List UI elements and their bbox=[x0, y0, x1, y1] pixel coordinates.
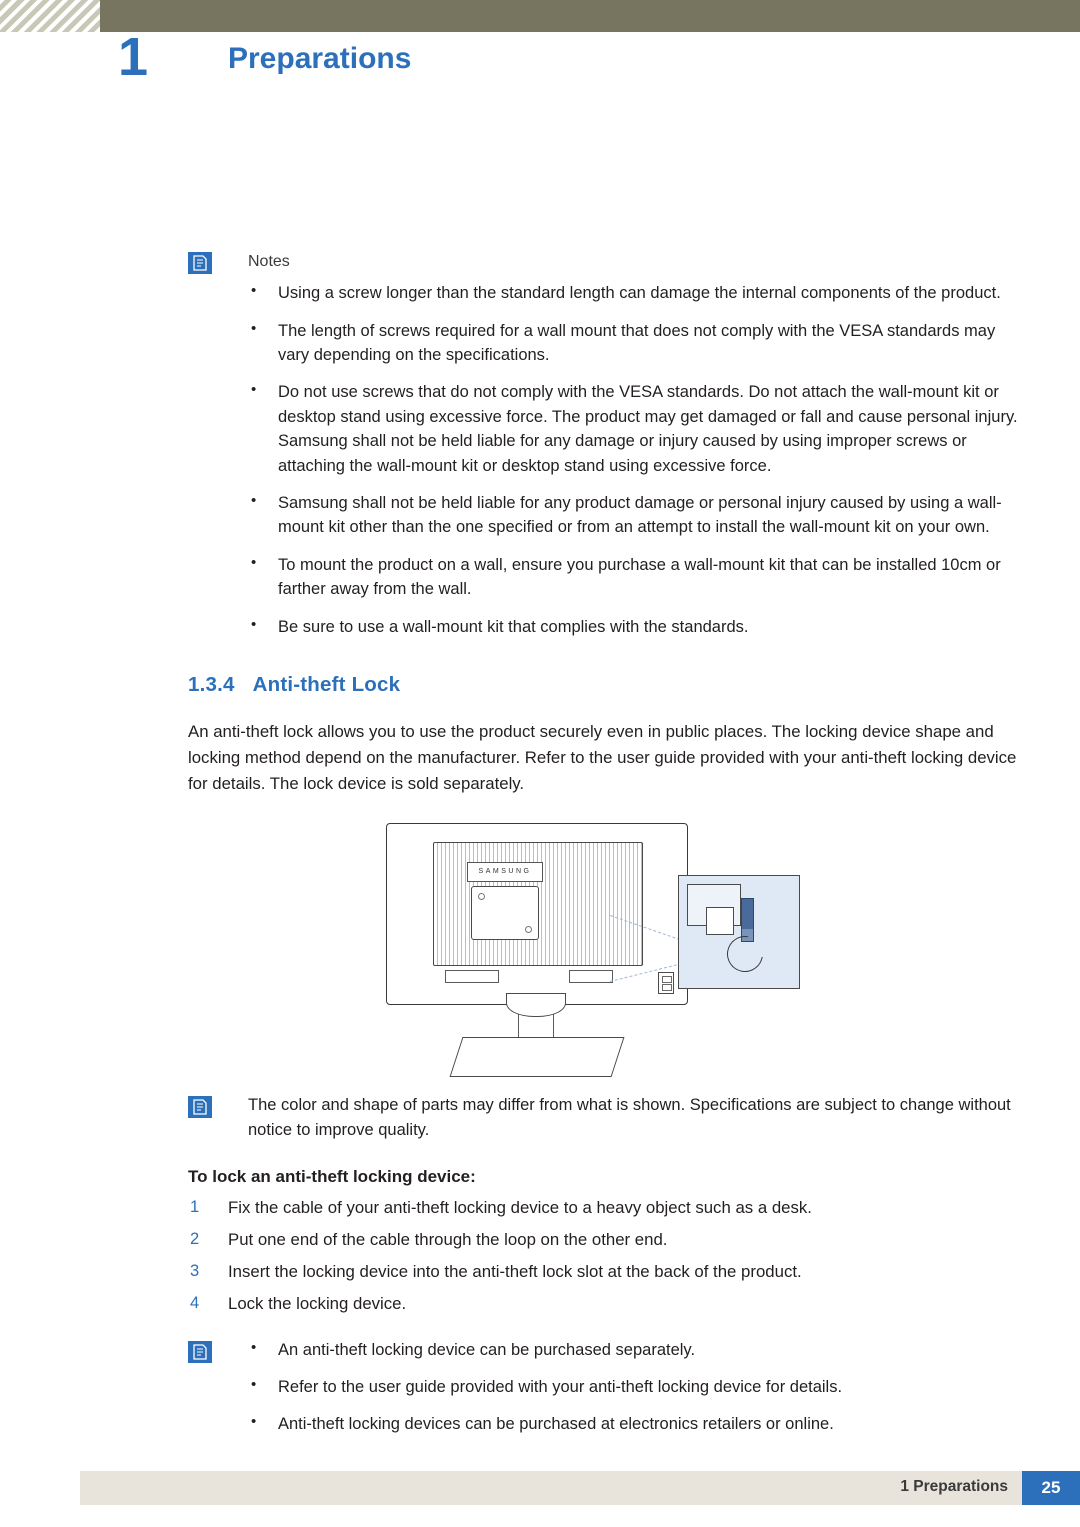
bottom-note-list: An anti-theft locking device can be purc… bbox=[188, 1337, 1018, 1437]
footer-page-number: 25 bbox=[1022, 1471, 1080, 1505]
list-item: Samsung shall not be held liable for any… bbox=[188, 490, 1018, 540]
list-item: 3 Insert the locking device into the anti… bbox=[188, 1259, 1018, 1284]
bottom-note-block: An anti-theft locking device can be purc… bbox=[188, 1337, 1018, 1437]
brand-plate: SAMSUNG bbox=[467, 862, 543, 883]
step-number: 4 bbox=[190, 1294, 200, 1313]
port-group-left bbox=[445, 970, 499, 984]
section-intro-paragraph: An anti-theft lock allows you to use the… bbox=[188, 722, 1017, 794]
lock-slot-detail bbox=[687, 884, 741, 936]
section-heading: 1.3.4 Anti-theft Lock bbox=[188, 673, 1018, 697]
footer-bar: 1 Preparations 25 bbox=[80, 1471, 1080, 1505]
figure-anti-theft-lock: SAMSUNG bbox=[188, 823, 1018, 1083]
figure-note-text: The color and shape of parts may differ … bbox=[248, 1096, 1011, 1139]
note-icon bbox=[188, 252, 212, 274]
monitor-stand-cap bbox=[506, 993, 566, 1018]
figure-note: The color and shape of parts may differ … bbox=[188, 1093, 1018, 1143]
list-item: Refer to the user guide provided with yo… bbox=[188, 1374, 1018, 1400]
header-bar bbox=[0, 0, 1080, 32]
list-item: Anti-theft locking devices can be purcha… bbox=[188, 1411, 1018, 1437]
lock-detail-callout bbox=[678, 875, 800, 990]
section-number: 1.3.4 bbox=[188, 673, 235, 697]
procedure-heading: To lock an anti-theft locking device: bbox=[188, 1166, 476, 1186]
list-item: The length of screws required for a wall… bbox=[188, 318, 1018, 368]
note-icon bbox=[188, 1096, 212, 1119]
procedure-steps: 1 Fix the cable of your anti-theft lockin… bbox=[188, 1195, 1018, 1317]
step-text: Insert the locking device into the anti-… bbox=[228, 1262, 802, 1282]
section-title: Anti-theft Lock bbox=[252, 673, 401, 697]
list-item: 4 Lock the locking device. bbox=[188, 1291, 1018, 1316]
lock-key-icon bbox=[741, 898, 754, 943]
notes-list: Using a screw longer than the standard l… bbox=[188, 280, 1018, 639]
step-text: Put one end of the cable through the loo… bbox=[228, 1229, 668, 1249]
vesa-mount-plate bbox=[471, 886, 539, 941]
lock-cable-loop bbox=[719, 929, 771, 980]
list-item: An anti-theft locking device can be purc… bbox=[188, 1337, 1018, 1363]
list-item: Using a screw longer than the standard l… bbox=[188, 280, 1018, 305]
header-hatch-decoration bbox=[0, 0, 100, 32]
figure-illustration: SAMSUNG bbox=[378, 823, 808, 1078]
list-item: 1 Fix the cable of your anti-theft lockin… bbox=[188, 1195, 1018, 1220]
page-title: Preparations bbox=[228, 42, 412, 75]
anti-theft-lock-slot bbox=[658, 972, 674, 995]
notes-block: Notes Using a screw longer than the stan… bbox=[188, 250, 1018, 639]
list-item: To mount the product on a wall, ensure y… bbox=[188, 552, 1018, 602]
step-text: Lock the locking device. bbox=[228, 1294, 407, 1314]
list-item: Do not use screws that do not comply wit… bbox=[188, 379, 1018, 478]
step-number: 1 bbox=[190, 1197, 200, 1216]
list-item: Be sure to use a wall-mount kit that com… bbox=[188, 614, 1018, 639]
chapter-number: 1 bbox=[118, 27, 149, 87]
footer-chapter-label: 1 Preparations bbox=[900, 1478, 1008, 1495]
lock-slot-detail-inner bbox=[706, 907, 734, 936]
list-item: 2 Put one end of the cable through the lo… bbox=[188, 1227, 1018, 1252]
port-group-right bbox=[569, 970, 613, 984]
step-number: 3 bbox=[190, 1262, 200, 1281]
step-text: Fix the cable of your anti-theft locking… bbox=[228, 1197, 812, 1217]
monitor-rear-outline: SAMSUNG bbox=[386, 823, 688, 1006]
step-number: 2 bbox=[190, 1229, 200, 1248]
page-content: Notes Using a screw longer than the stan… bbox=[188, 250, 1018, 1449]
monitor-stand-base bbox=[449, 1037, 625, 1078]
notes-label: Notes bbox=[248, 253, 290, 270]
header-rule bbox=[188, 142, 1080, 143]
